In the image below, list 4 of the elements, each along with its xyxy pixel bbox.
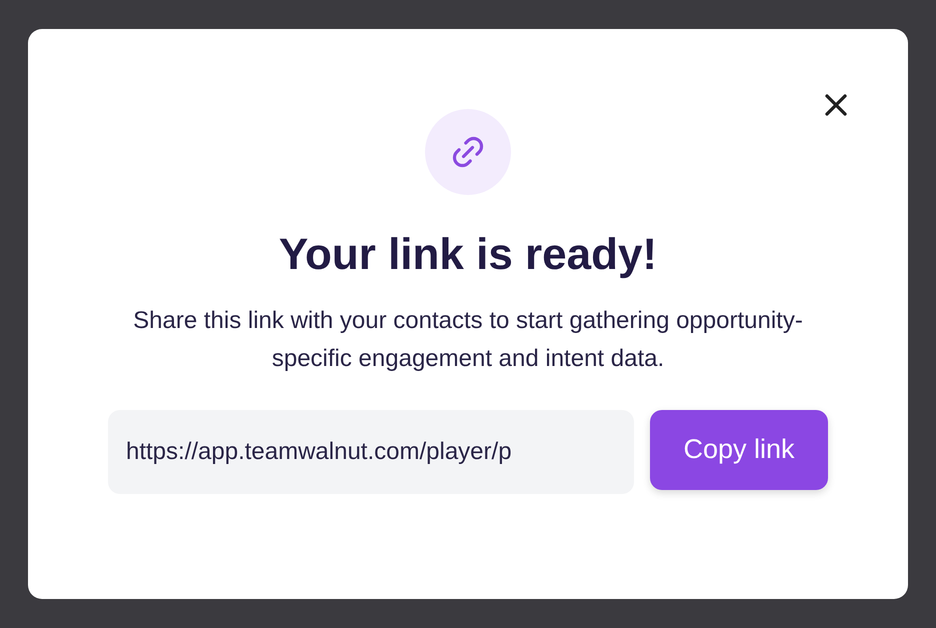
copy-link-button[interactable]: Copy link xyxy=(650,410,828,490)
dialog-description: Share this link with your contacts to start gathering opportunity-specific engagement and intent data. xyxy=(132,306,804,374)
link-field[interactable]: https://app.teamwalnut.com/player/p xyxy=(108,410,634,494)
dialog-title: Your link is ready! xyxy=(278,229,658,281)
